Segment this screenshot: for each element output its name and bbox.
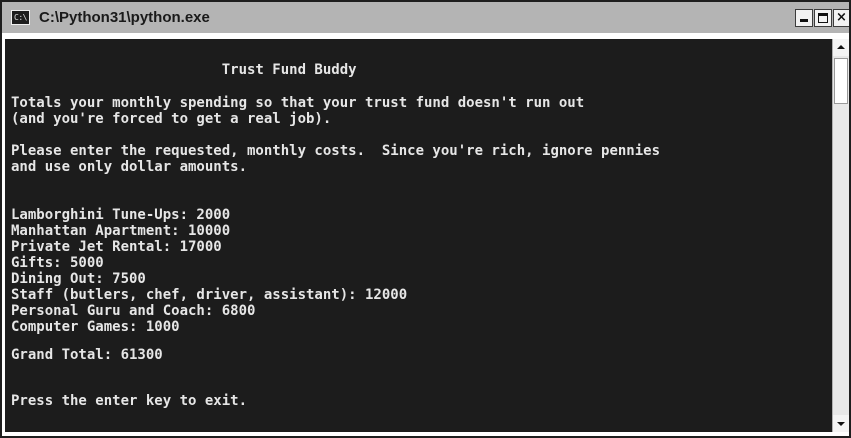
console-line-title: Trust Fund Buddy [11,62,357,78]
maximize-icon [818,13,828,23]
scroll-thumb[interactable] [834,58,848,104]
console-line-instructions: and use only dollar amounts. [11,159,248,175]
minimize-icon [800,19,808,22]
console-line-exit-prompt: Press the enter key to exit. [11,393,248,409]
console-line-instructions: Please enter the requested, monthly cost… [11,143,661,159]
window-title: C:\Python31\python.exe [39,9,210,26]
console-window: C:\ C:\Python31\python.exe × Trust Fund … [0,0,851,438]
scroll-up-button[interactable] [833,39,849,56]
console-app-icon[interactable]: C:\ [11,10,30,25]
vertical-scrollbar[interactable] [832,39,849,432]
close-icon: × [836,10,847,25]
console-line-description: (and you're forced to get a real job). [11,111,332,127]
console-line-entry: Private Jet Rental: 17000 [11,239,222,255]
scroll-up-arrow-icon [837,45,845,49]
scroll-down-button[interactable] [833,415,849,432]
console-line-description: Totals your monthly spending so that you… [11,95,585,111]
console-line-entry: Staff (butlers, chef, driver, assistant)… [11,287,408,303]
close-button[interactable]: × [833,9,849,27]
console-line-grand-total: Grand Total: 61300 [11,347,163,363]
console-line-entry: Gifts: 5000 [11,255,104,271]
scroll-down-arrow-icon [837,422,845,426]
minimize-button[interactable] [795,9,813,27]
console-line-entry: Lamborghini Tune-Ups: 2000 [11,207,231,223]
console-output[interactable]: Trust Fund Buddy Totals your monthly spe… [5,39,832,432]
console-line-entry: Dining Out: 7500 [11,271,146,287]
console-line-entry: Manhattan Apartment: 10000 [11,223,231,239]
console-line-entry: Computer Games: 1000 [11,319,180,335]
console-line-entry: Personal Guru and Coach: 6800 [11,303,256,319]
maximize-button[interactable] [814,9,832,27]
title-bar[interactable]: C:\ C:\Python31\python.exe × [2,2,849,36]
